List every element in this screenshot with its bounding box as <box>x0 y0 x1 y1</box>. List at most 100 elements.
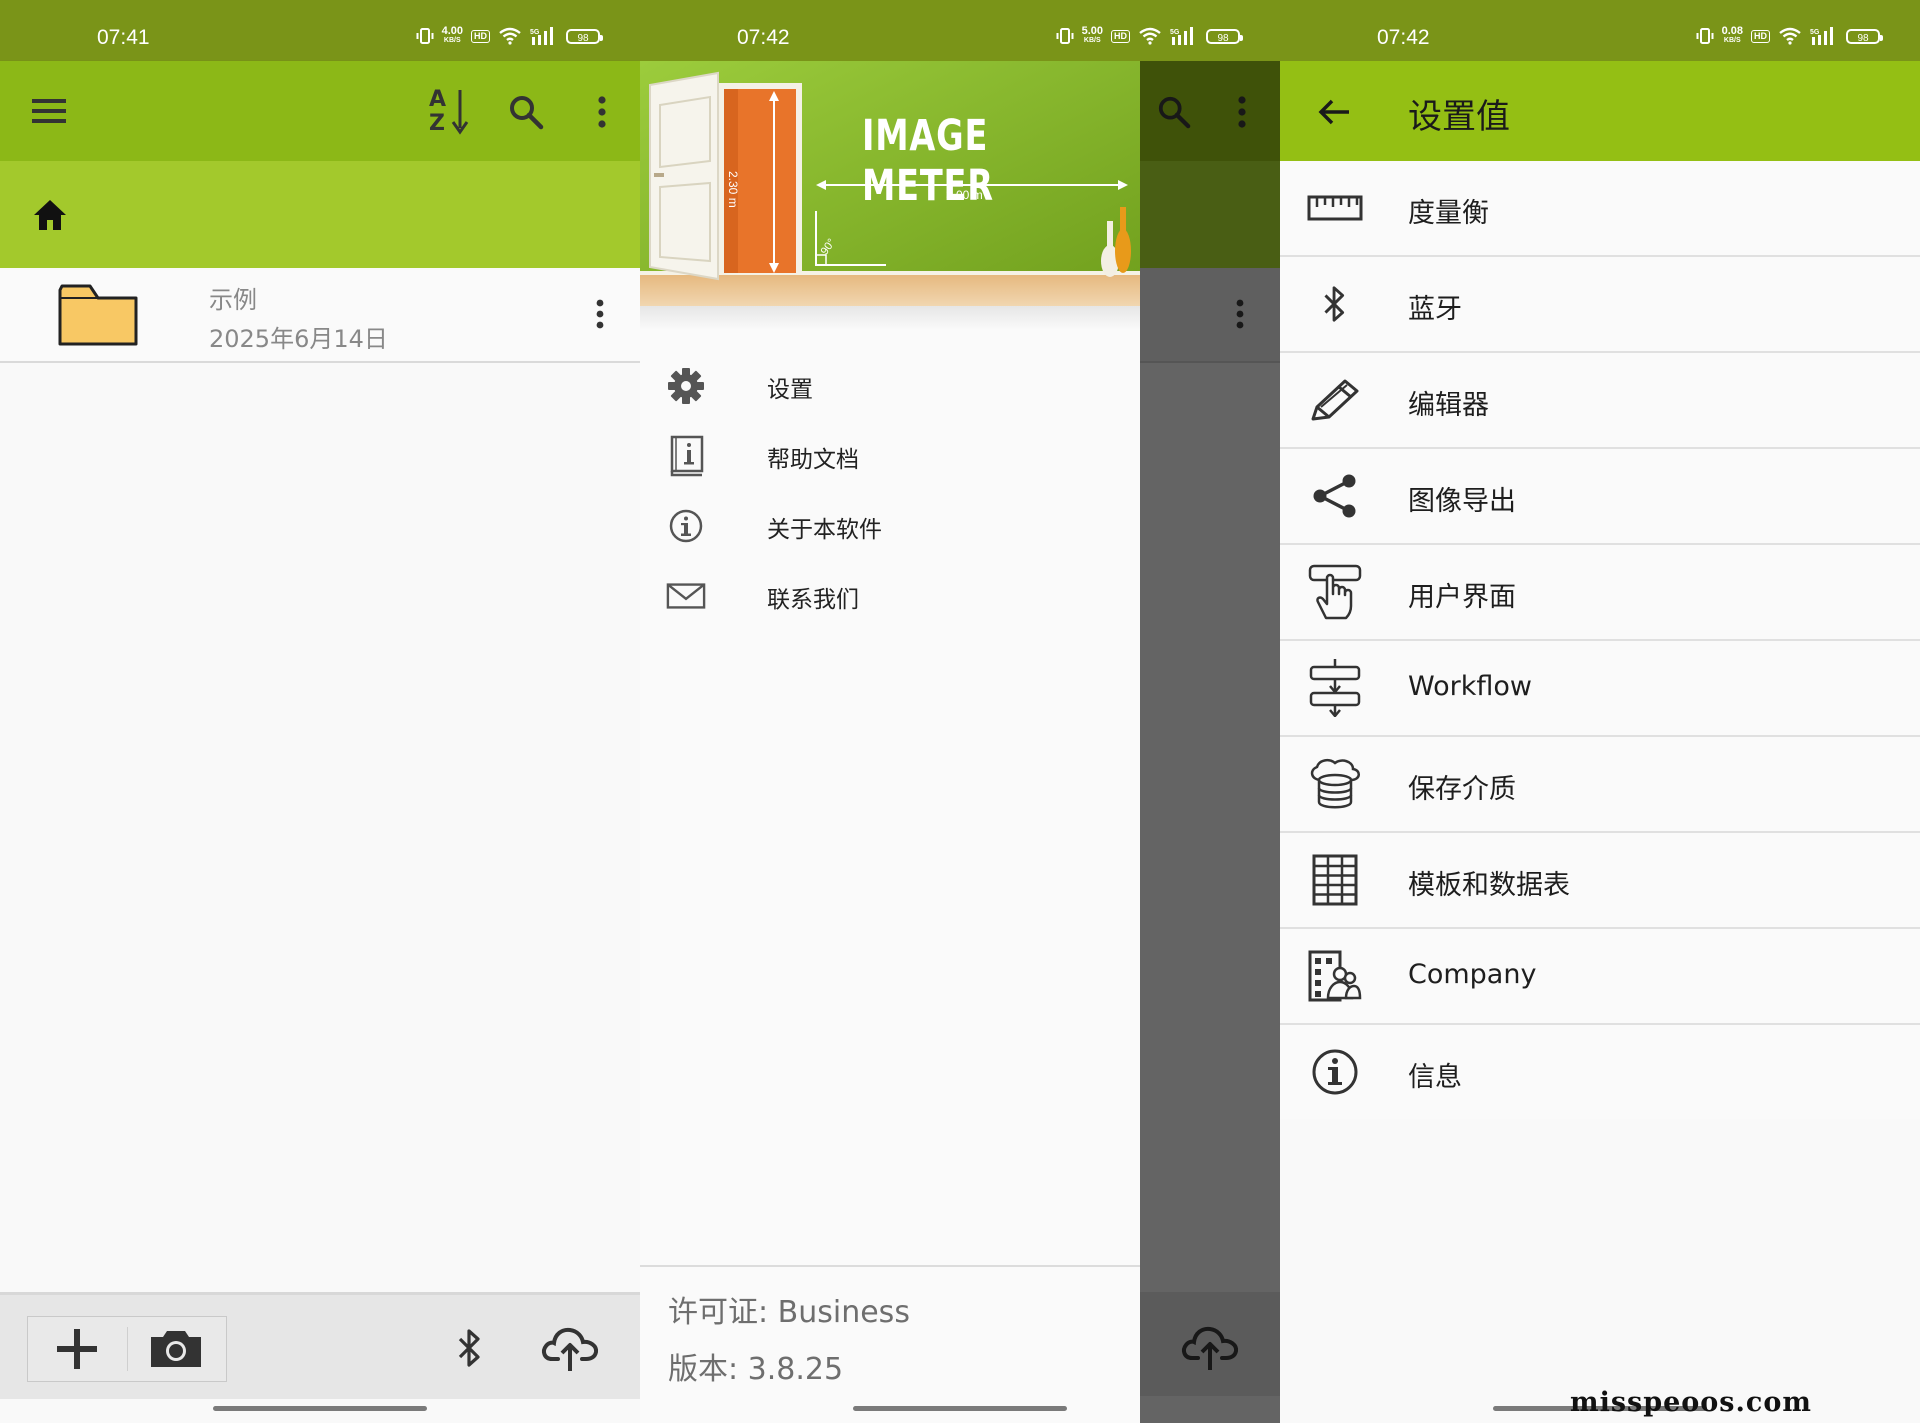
cloud-upload-icon <box>1178 1318 1242 1374</box>
network-speed: 4.00 KB/S <box>441 25 463 45</box>
dimmed-bottom-bar <box>1140 1292 1280 1396</box>
grid-table-icon <box>1304 849 1366 911</box>
item-more-icon[interactable] <box>582 292 618 336</box>
settings-item-label: 度量衡 <box>1408 198 1489 229</box>
settings-item-label: 图像导出 <box>1408 486 1516 517</box>
battery-icon: 98 <box>1846 28 1883 44</box>
hd-icon: HD <box>471 29 490 43</box>
settings-item-company[interactable]: Company <box>1280 929 1920 1025</box>
breadcrumb <box>0 161 640 268</box>
vibrate-icon <box>416 28 434 44</box>
network-speed: 0.08 KB/S <box>1721 25 1743 45</box>
home-indicator <box>853 1406 1067 1411</box>
status-time: 07:42 <box>737 26 790 49</box>
network-speed: 5.00 KB/S <box>1081 25 1103 45</box>
banner-shadow <box>640 306 1140 330</box>
svg-text:5G: 5G <box>530 29 540 36</box>
file-name: 示例 <box>209 286 257 314</box>
hd-icon: HD <box>1111 29 1130 43</box>
search-icon[interactable] <box>500 86 552 138</box>
home-icon[interactable] <box>28 195 72 235</box>
settings-item-user-interface[interactable]: 用户界面 <box>1280 545 1920 641</box>
settings-item-templates[interactable]: 模板和数据表 <box>1280 833 1920 929</box>
menu-item-help[interactable]: 帮助文档 <box>640 421 1140 491</box>
camera-icon[interactable] <box>146 1327 206 1371</box>
workflow-icon <box>1304 657 1366 719</box>
settings-screen: 07:42 0.08KB/S HD 5G 98 设置值 度量衡 蓝牙 编辑器 <box>1280 0 1920 1423</box>
menu-label: 设置 <box>767 377 813 403</box>
signal-icon: 5G <box>1170 27 1193 45</box>
vibrate-icon <box>1056 28 1074 44</box>
folder-icon <box>58 280 138 346</box>
signal-icon: 5G <box>1810 27 1833 45</box>
menu-label: 关于本软件 <box>767 517 882 543</box>
storage-icon <box>1304 753 1366 815</box>
home-indicator <box>213 1406 427 1411</box>
cloud-upload-icon[interactable] <box>538 1319 602 1375</box>
menu-label: 帮助文档 <box>767 447 859 473</box>
settings-item-bluetooth[interactable]: 蓝牙 <box>1280 257 1920 353</box>
back-arrow-icon[interactable] <box>1308 89 1360 135</box>
bottom-action-bar <box>0 1292 640 1399</box>
version-line: 版本: 3.8.25 <box>668 1352 844 1387</box>
item-more-icon <box>1222 294 1258 334</box>
wifi-icon <box>1779 27 1801 45</box>
mail-icon <box>666 575 706 617</box>
menu-label: 联系我们 <box>767 587 859 613</box>
pencil-icon <box>1304 369 1366 431</box>
wifi-icon <box>499 27 521 45</box>
settings-item-label: 保存介质 <box>1408 774 1516 805</box>
action-group <box>27 1316 227 1382</box>
list-item[interactable]: 示例 2025年6月14日 <box>0 268 640 363</box>
settings-item-label: 编辑器 <box>1408 390 1489 421</box>
settings-item-image-export[interactable]: 图像导出 <box>1280 449 1920 545</box>
settings-item-label: 模板和数据表 <box>1408 870 1570 901</box>
navigation-drawer-screen: 07:42 5.00 KB/S HD 5G 98 IMAGE METER 2.3… <box>640 0 1280 1423</box>
search-icon <box>1148 86 1200 138</box>
toolbar: 设置值 <box>1280 61 1920 161</box>
settings-item-units[interactable]: 度量衡 <box>1280 161 1920 257</box>
info-icon <box>666 505 706 547</box>
bluetooth-icon <box>1304 273 1366 335</box>
license-line: 许可证: Business <box>668 1295 910 1330</box>
settings-item-label: 信息 <box>1408 1062 1462 1093</box>
svg-text:5G: 5G <box>1170 29 1180 36</box>
status-time: 07:42 <box>1377 26 1430 49</box>
touch-hand-icon <box>1304 561 1366 623</box>
settings-item-label: 蓝牙 <box>1408 294 1462 325</box>
sort-az-icon[interactable]: AZ <box>420 83 478 139</box>
height-measure-label: 2.30 m <box>726 171 740 208</box>
svg-text:A: A <box>429 87 446 112</box>
app-banner: IMAGE METER 2.30 m 3.00 m 90° <box>640 61 1140 306</box>
drawer-footer: 许可证: Business 版本: 3.8.25 <box>640 1265 1140 1423</box>
settings-item-workflow[interactable]: Workflow <box>1280 641 1920 737</box>
status-icons: 5.00 KB/S HD 5G 98 <box>1056 25 1243 46</box>
bluetooth-icon[interactable] <box>450 1323 490 1373</box>
watermark: misspeoos.com <box>1570 1387 1812 1418</box>
menu-item-about[interactable]: 关于本软件 <box>640 491 1140 561</box>
settings-item-storage[interactable]: 保存介质 <box>1280 737 1920 833</box>
menu-icon[interactable] <box>22 89 76 133</box>
status-bar: 07:42 0.08 KB/S HD 5G 98 <box>1280 0 1920 61</box>
status-time: 07:41 <box>97 26 150 49</box>
add-icon[interactable] <box>48 1327 106 1371</box>
divider <box>127 1327 128 1371</box>
settings-item-editor[interactable]: 编辑器 <box>1280 353 1920 449</box>
status-icons: 4.00 KB/S HD 5G 98 <box>416 25 603 46</box>
svg-text:Z: Z <box>429 111 445 136</box>
info-icon <box>1304 1041 1366 1103</box>
settings-item-label: 用户界面 <box>1408 582 1516 613</box>
ruler-icon <box>1304 177 1366 239</box>
menu-item-contact[interactable]: 联系我们 <box>640 561 1140 631</box>
menu-item-settings[interactable]: 设置 <box>640 351 1140 421</box>
settings-item-label: Company <box>1408 959 1537 990</box>
battery-icon: 98 <box>1206 28 1243 44</box>
width-measure-label: 3.00 m <box>946 188 983 202</box>
page-title: 设置值 <box>1408 97 1510 137</box>
file-browser-screen: 07:41 4.00 KB/S HD 5G 98 AZ 示例 2025年6月14… <box>0 0 640 1423</box>
more-vert-icon[interactable] <box>578 86 626 138</box>
settings-item-info[interactable]: 信息 <box>1280 1025 1920 1119</box>
navigation-drawer: IMAGE METER 2.30 m 3.00 m 90° 设置 帮助文档 关于… <box>640 61 1140 1423</box>
svg-text:5G: 5G <box>1810 29 1820 36</box>
status-bar: 07:41 4.00 KB/S HD 5G 98 <box>0 0 640 61</box>
